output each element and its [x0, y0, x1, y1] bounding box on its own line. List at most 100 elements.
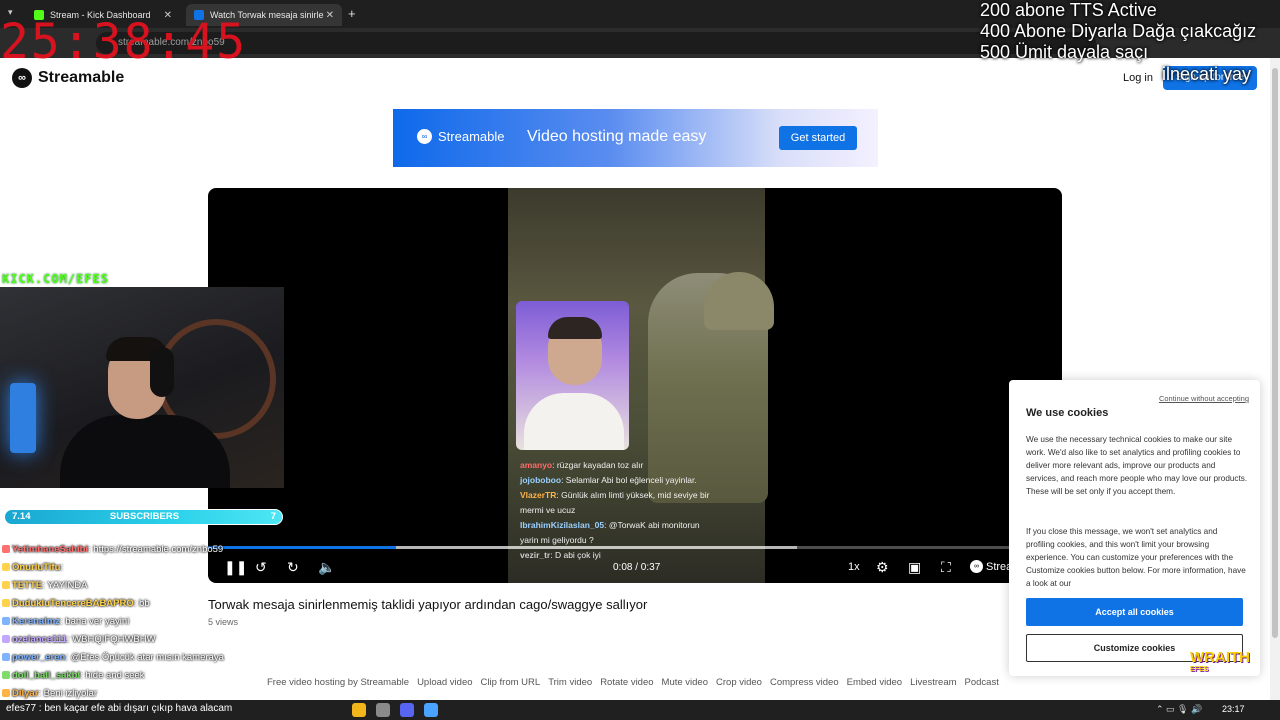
- cookie-paragraph-1: We use the necessary technical cookies t…: [1026, 435, 1248, 496]
- footer-link[interactable]: Upload video: [417, 677, 472, 688]
- chat-badge-icon: [2, 599, 10, 607]
- soldier-helmet: [704, 272, 774, 330]
- wraith-logo-text: WRAITH: [1190, 649, 1250, 666]
- chat-message: : WBHQIFQHWBHW: [66, 634, 156, 645]
- footer-link[interactable]: Free video hosting by Streamable: [267, 677, 409, 688]
- chat-message: : Beni izliyolar: [38, 688, 98, 699]
- chat-badge-icon: [2, 581, 10, 589]
- chat-badge-icon: [2, 671, 10, 679]
- forward-icon[interactable]: ↻: [287, 558, 299, 576]
- taskbar-app-icon[interactable]: [424, 703, 438, 717]
- chat-message: : bana ver yayini: [60, 616, 130, 627]
- streamer-body: [60, 415, 230, 488]
- new-tab-icon[interactable]: +: [348, 6, 356, 21]
- chat-username: OnurluTifu: [12, 562, 61, 573]
- stream-chat-line: power_eren: @Efes Öpücük atar mısın kame…: [2, 649, 252, 667]
- stream-chat-line: TETTE: YAYINDA: [2, 577, 252, 595]
- chat-badge-icon: [2, 653, 10, 661]
- video-chat-text: : D abi çok iyi: [550, 550, 601, 560]
- blue-light: [10, 383, 36, 453]
- goal-line: 200 abone TTS Active: [980, 0, 1157, 20]
- chat-badge-icon: [2, 689, 10, 697]
- stream-chat-line: OnurluTifu:: [2, 559, 252, 577]
- scrollbar-thumb[interactable]: [1272, 68, 1278, 638]
- subs-right-value: 7: [270, 511, 276, 522]
- facecam-hair: [548, 317, 602, 339]
- accept-all-cookies-button[interactable]: Accept all cookies: [1026, 598, 1243, 626]
- picture-in-picture-icon[interactable]: ▣: [908, 558, 921, 576]
- video-chat-line: vezir_tr: D abi çok iyi: [520, 548, 720, 563]
- headset-icon: [150, 347, 174, 397]
- cookie-title: We use cookies: [1026, 407, 1109, 419]
- footer-link[interactable]: Trim video: [548, 677, 592, 688]
- stream-chat-overlay: YetimhaneSahibi: https://streamable.com/…: [2, 541, 252, 703]
- footer-link[interactable]: Crop video: [716, 677, 762, 688]
- video-chat-user: IbrahimKizilaslan_05: [520, 520, 605, 530]
- continue-without-accepting-link[interactable]: Continue without accepting: [1159, 394, 1249, 403]
- video-player[interactable]: amanyo: rüzgar kayadan toz alır jojoboboo…: [208, 188, 1062, 583]
- taskbar-chat-ticker: efes77 : ben kaçar efe abi dışarı çıkıp …: [6, 703, 233, 714]
- chat-message: : YAYINDA: [42, 580, 88, 591]
- volume-icon[interactable]: 🔈: [318, 558, 335, 576]
- wraith-logo: WRAITH EFES: [1190, 649, 1250, 674]
- subs-label: SUBSCRIBERS: [109, 511, 180, 522]
- footer-links: Free video hosting by Streamable Upload v…: [267, 677, 999, 688]
- video-chat-text: : Selamlar Abi bol eğlenceli yayinlar.: [561, 475, 697, 485]
- chat-username: TETTE: [12, 580, 43, 591]
- close-tab-icon[interactable]: ✕: [326, 10, 334, 21]
- video-facecam: [516, 301, 629, 450]
- facecam-body: [524, 393, 624, 450]
- chat-badge-icon: [2, 617, 10, 625]
- video-title: Torwak mesaja sinirlenmemiş taklidi yapı…: [208, 597, 648, 612]
- page-scrollbar[interactable]: [1270, 58, 1280, 700]
- windows-taskbar: efes77 : ben kaçar efe abi dışarı çıkıp …: [0, 700, 1280, 720]
- fullscreen-icon[interactable]: ⛶: [941, 558, 951, 576]
- footer-link[interactable]: Rotate video: [600, 677, 653, 688]
- subscriber-goal-bar: 7.14 SUBSCRIBERS 7: [4, 509, 283, 525]
- chat-message: : https://streamable.com/znbo59: [88, 544, 224, 555]
- chat-username: DudukluTencereBABAPRO: [12, 598, 134, 609]
- stream-chat-line: Kerenalmz: bana ver yayini: [2, 613, 252, 631]
- cookie-consent-panel: Continue without accepting We use cookie…: [1009, 380, 1260, 676]
- streamable-logo-icon: ∞: [417, 129, 432, 144]
- chat-username: Dilyar: [12, 688, 39, 699]
- taskbar-app-icon[interactable]: [400, 703, 414, 717]
- chat-message: : hide and seek: [80, 670, 145, 681]
- stream-chat-line: ozelance111: WBHQIFQHWBHW: [2, 631, 252, 649]
- video-chat-user: jojoboboo: [520, 475, 562, 485]
- settings-gear-icon[interactable]: ⚙: [876, 558, 889, 576]
- video-progress-bar[interactable]: [208, 546, 1062, 549]
- playback-speed-button[interactable]: 1x: [848, 561, 860, 573]
- streamable-logo-icon: ∞: [12, 68, 32, 88]
- taskbar-clock[interactable]: 23:17: [1222, 704, 1245, 714]
- banner-brand-name: Streamable: [438, 129, 505, 144]
- stream-chat-line: YetimhaneSahibi: https://streamable.com/…: [2, 541, 252, 559]
- taskbar-app-icon[interactable]: [352, 703, 366, 717]
- footer-link[interactable]: Clip from URL: [481, 677, 541, 688]
- goal-ticker-text: ilnecati yay: [1162, 64, 1252, 84]
- rewind-icon[interactable]: ↺: [255, 558, 267, 576]
- streamable-logo-icon: ∞: [970, 560, 983, 573]
- banner-get-started-button[interactable]: Get started: [779, 126, 857, 150]
- footer-link[interactable]: Embed video: [847, 677, 902, 688]
- video-chat-line: IbrahimKizilaslan_05: @TorwaK abi monito…: [520, 518, 720, 548]
- video-time: 0:08 / 0:37: [613, 562, 661, 573]
- login-link[interactable]: Log in: [1123, 72, 1153, 84]
- goal-line: 400 Abone Diyarla Dağa çıakcağız: [980, 21, 1257, 41]
- footer-link[interactable]: Livestream: [910, 677, 956, 688]
- video-chat-line: amanyo: rüzgar kayadan toz alır: [520, 458, 720, 473]
- footer-link[interactable]: Podcast: [965, 677, 999, 688]
- video-chat-line: jojoboboo: Selamlar Abi bol eğlenceli ya…: [520, 473, 720, 488]
- footer-link[interactable]: Mute video: [662, 677, 708, 688]
- subscriber-goals-overlay: 200 abone TTS Active 400 Abone Diyarla D…: [980, 0, 1280, 63]
- video-chat-line: VlazerTR: Günlük alım limti yüksek, mid …: [520, 488, 720, 518]
- system-tray-icons[interactable]: ⌃ ▭ 🎙 🔊: [1156, 704, 1202, 715]
- chat-username: power_eren: [12, 652, 66, 663]
- taskbar-app-icon[interactable]: [376, 703, 390, 717]
- promo-banner[interactable]: ∞ Streamable Video hosting made easy Get…: [393, 109, 878, 167]
- chat-message: : bb: [133, 598, 150, 609]
- banner-brand: ∞ Streamable: [417, 129, 504, 144]
- footer-link[interactable]: Compress video: [770, 677, 839, 688]
- streamable-logo[interactable]: ∞ Streamable: [12, 68, 124, 88]
- kick-url-overlay: KICK.COM/EFES: [2, 272, 109, 286]
